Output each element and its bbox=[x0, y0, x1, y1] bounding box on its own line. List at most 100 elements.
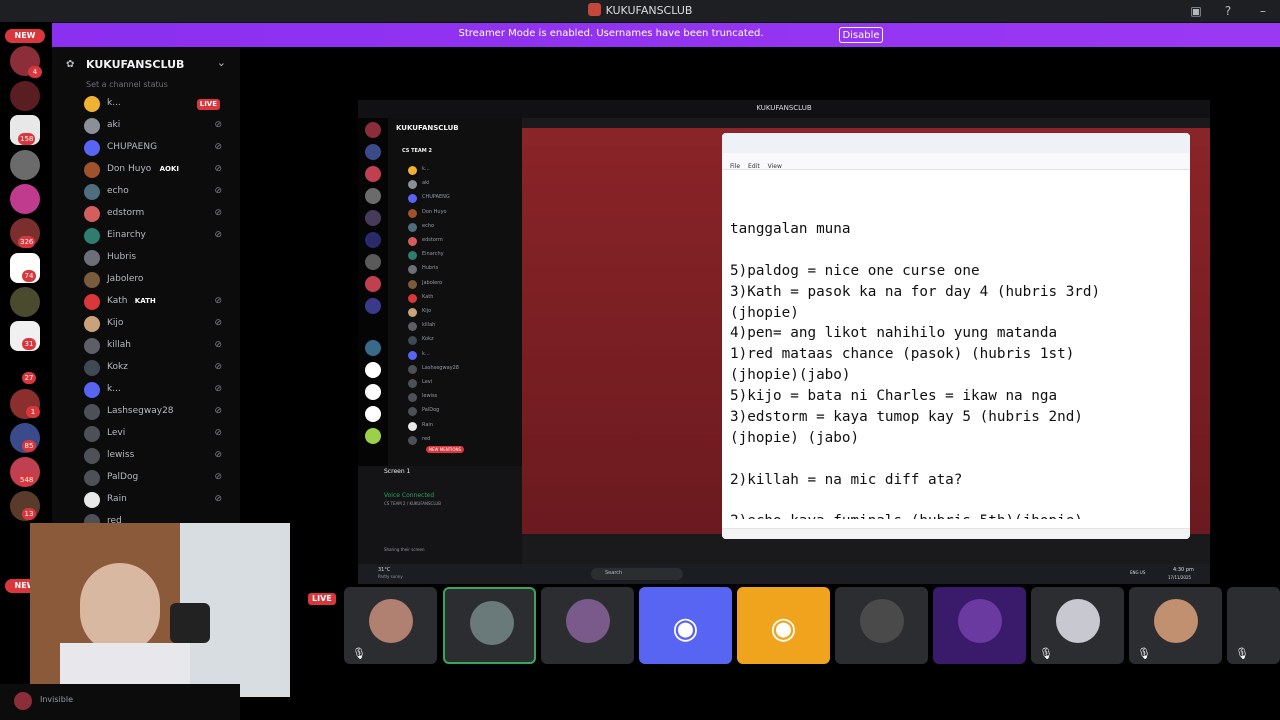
guild-icon[interactable] bbox=[10, 81, 40, 111]
menu-edit[interactable]: Edit bbox=[748, 163, 760, 170]
participant-tile[interactable] bbox=[541, 587, 634, 664]
participant-tile[interactable] bbox=[835, 587, 928, 664]
participant-tile[interactable] bbox=[933, 587, 1026, 664]
server-name: KUKUFANSCLUB bbox=[86, 58, 185, 71]
new-mentions-pill: NEW MENTIONS bbox=[426, 446, 465, 453]
notepad-text[interactable]: tanggalan muna 5)paldog = nice one curse … bbox=[730, 219, 1180, 519]
mic-muted-icon: ⊘ bbox=[214, 340, 222, 350]
avatar bbox=[84, 426, 100, 442]
menu-file[interactable]: File bbox=[730, 163, 740, 170]
notepad-line: 5)paldog = nice one curse one bbox=[730, 262, 980, 279]
participant-tile[interactable]: ◉ bbox=[639, 587, 732, 664]
avatar bbox=[408, 421, 417, 431]
guild-badge: 85 bbox=[22, 440, 36, 452]
avatar bbox=[408, 180, 417, 190]
avatar bbox=[84, 404, 100, 420]
notepad-menu[interactable]: File Edit View bbox=[722, 153, 1190, 170]
participant-avatar bbox=[369, 599, 413, 643]
voice-member[interactable]: killah ⊘ bbox=[84, 336, 234, 356]
guild-icon bbox=[365, 298, 381, 314]
participant-tile[interactable]: 🎙 bbox=[344, 587, 437, 664]
menu-view[interactable]: View bbox=[768, 163, 782, 170]
voice-member[interactable]: PalDog ⊘ bbox=[84, 468, 234, 488]
disable-button[interactable]: Disable bbox=[839, 27, 883, 43]
avatar bbox=[84, 228, 100, 244]
guild-icon[interactable] bbox=[10, 287, 40, 317]
shared-member-name: Levi bbox=[422, 379, 433, 385]
voice-member[interactable]: Kokz ⊘ bbox=[84, 358, 234, 378]
avatar bbox=[408, 364, 417, 374]
avatar bbox=[84, 206, 100, 222]
discord-icon: ◉ bbox=[672, 611, 699, 646]
guild-icon[interactable] bbox=[10, 184, 40, 214]
voice-member[interactable]: Levi ⊘ bbox=[84, 424, 234, 444]
inbox-icon[interactable]: ▣ bbox=[1188, 3, 1204, 19]
participant-tile[interactable]: 🎙 bbox=[1227, 587, 1280, 664]
voice-member[interactable]: Hubris bbox=[84, 248, 234, 268]
voice-member[interactable]: aki ⊘ bbox=[84, 116, 234, 136]
avatar bbox=[408, 251, 417, 261]
server-header[interactable]: ✿ KUKUFANSCLUB ⌄ bbox=[52, 47, 240, 81]
voice-member[interactable]: k... LIVE bbox=[84, 94, 234, 114]
voice-member[interactable]: Kijo ⊘ bbox=[84, 314, 234, 334]
participant-tile[interactable]: 🎙 bbox=[1031, 587, 1124, 664]
voice-member[interactable]: k... ⊘ bbox=[84, 380, 234, 400]
voice-member[interactable]: Jabolero bbox=[84, 270, 234, 290]
guild-icon[interactable] bbox=[10, 150, 40, 180]
guild-icon bbox=[365, 428, 381, 444]
guild-badge: 13 bbox=[22, 508, 36, 520]
member-name: Kath bbox=[107, 296, 128, 306]
mic-muted-icon: ⊘ bbox=[214, 186, 222, 196]
member-name: Kijo bbox=[107, 318, 124, 328]
voice-member[interactable]: echo ⊘ bbox=[84, 182, 234, 202]
taskbar-time: 4:30 pm bbox=[1173, 567, 1194, 573]
new-pill[interactable]: NEW bbox=[5, 29, 45, 43]
voice-member[interactable]: Rain ⊘ bbox=[84, 490, 234, 510]
notepad-window[interactable]: File Edit View tanggalan muna 5)paldog = ni… bbox=[722, 133, 1190, 539]
shared-member: Kijo bbox=[408, 306, 516, 319]
avatar bbox=[408, 293, 417, 303]
participant-tile[interactable]: ◉ bbox=[737, 587, 830, 664]
voice-member[interactable]: CHUPAENG ⊘ bbox=[84, 138, 234, 158]
mic-muted-icon: ⊘ bbox=[214, 296, 222, 306]
avatar[interactable] bbox=[14, 692, 32, 710]
channel-status-hint[interactable]: Set a channel status bbox=[86, 80, 168, 89]
avatar bbox=[84, 96, 100, 112]
voice-member[interactable]: edstorm ⊘ bbox=[84, 204, 234, 224]
voice-member[interactable]: Einarchy ⊘ bbox=[84, 226, 234, 246]
shared-member: Jabolero bbox=[408, 278, 516, 291]
minimize-icon[interactable]: – bbox=[1255, 3, 1271, 19]
avatar bbox=[408, 322, 417, 332]
voice-member[interactable]: lewiss ⊘ bbox=[84, 446, 234, 466]
avatar bbox=[84, 338, 100, 354]
window-titlebar: KUKUFANSCLUB ▣ ? – bbox=[0, 0, 1280, 22]
mic-muted-icon: ⊘ bbox=[214, 142, 222, 152]
guild-icon bbox=[365, 122, 381, 138]
voice-member[interactable]: Lashsegway28 ⊘ bbox=[84, 402, 234, 422]
member-name: Lashsegway28 bbox=[107, 406, 174, 416]
banner-text: Streamer Mode is enabled. Usernames have… bbox=[458, 28, 764, 39]
shared-screen[interactable]: KUKUFANSCLUB KUKUFANSCLUB CS TEAM 2 k...… bbox=[358, 100, 1210, 584]
avatar bbox=[84, 448, 100, 464]
guild-icon bbox=[365, 254, 381, 270]
avatar bbox=[84, 118, 100, 134]
shared-member: Einarchy bbox=[408, 249, 516, 262]
voice-member[interactable]: Don Huyo AOKI ⊘ bbox=[84, 160, 234, 180]
avatar bbox=[408, 279, 417, 289]
help-icon[interactable]: ? bbox=[1220, 3, 1236, 19]
voice-member[interactable]: Kath KATH ⊘ bbox=[84, 292, 234, 312]
mic-muted-icon: ⊘ bbox=[214, 472, 222, 482]
notepad-tabs[interactable] bbox=[722, 133, 1190, 153]
mic-muted-icon: 🎙 bbox=[1235, 647, 1249, 660]
participant-tile[interactable]: 🎙 bbox=[1129, 587, 1222, 664]
avatar bbox=[84, 360, 100, 376]
guild-badge: 158 bbox=[18, 133, 36, 145]
participant-tile[interactable] bbox=[443, 587, 536, 664]
member-tag: KATH bbox=[134, 297, 156, 305]
shared-member-name: Kijo bbox=[422, 308, 432, 314]
shared-member-name: Kokz bbox=[422, 336, 434, 343]
notepad-line: 1)red mataas chance (pasok) (hubris 1st) bbox=[730, 346, 1075, 363]
member-name: CHUPAENG bbox=[107, 142, 158, 152]
shared-member: red bbox=[408, 434, 516, 447]
participant-avatar bbox=[566, 599, 610, 643]
